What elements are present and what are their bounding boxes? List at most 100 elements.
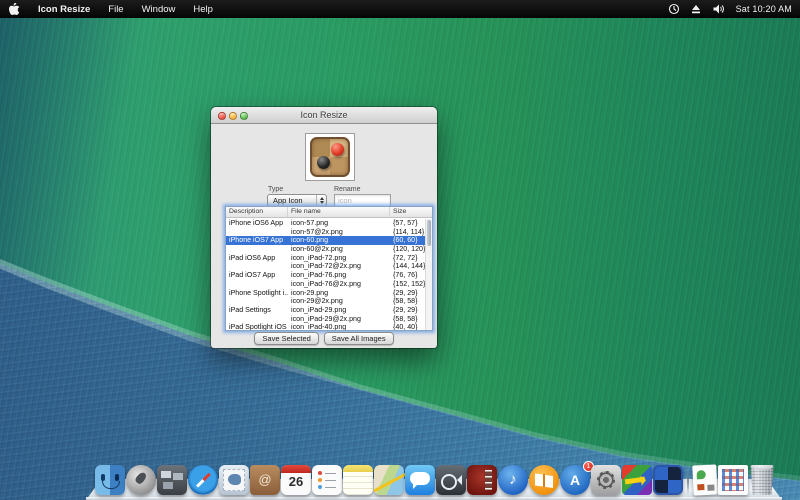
table-cell: icon-57@2x.png xyxy=(288,228,390,237)
table-cell xyxy=(226,228,288,237)
dock-checkersapp-icon[interactable] xyxy=(653,465,683,495)
dock-sysprefs-icon[interactable] xyxy=(591,465,621,495)
table-cell: iPad iOS6 App xyxy=(226,254,288,263)
table-row[interactable]: iPad iOS6 Appicon_iPad-72.png{72, 72} xyxy=(226,254,425,263)
table-cell: icon_iPad-40.png xyxy=(288,323,390,331)
volume-icon[interactable] xyxy=(712,3,726,15)
column-header-filename[interactable]: File name xyxy=(288,207,390,217)
dock-colorapp-icon[interactable] xyxy=(622,465,652,495)
table-row[interactable]: icon-60@2x.png{120, 120} xyxy=(226,245,425,254)
dock-calendar-icon[interactable]: 26 xyxy=(281,465,311,495)
table-cell: icon-60@2x.png xyxy=(288,245,390,254)
table-cell: iPad Spotlight iOS 7 xyxy=(226,323,288,331)
dock-finder-icon[interactable] xyxy=(95,465,125,495)
dock-docstack-icon[interactable] xyxy=(692,464,718,495)
table-row[interactable]: iPad Settingsicon_iPad-29.png{29, 29} xyxy=(226,306,425,315)
dock-photobooth-icon[interactable] xyxy=(467,465,497,495)
app-menu-icon-resize[interactable]: Icon Resize xyxy=(29,4,99,15)
table-cell: iPhone iOS6 App xyxy=(226,219,288,228)
window-title: Icon Resize xyxy=(300,110,347,120)
dock-trash-icon[interactable] xyxy=(749,465,775,495)
dock-calendar-label: 26 xyxy=(281,474,311,489)
table-scrollbar[interactable] xyxy=(425,219,432,330)
dock-maps-icon[interactable] xyxy=(374,465,404,495)
table-header: Description File name Size xyxy=(226,207,432,218)
table-row[interactable]: icon_iPad-76@2x.png{152, 152} xyxy=(226,280,425,289)
red-ball xyxy=(331,143,344,156)
dock-itunes-icon[interactable] xyxy=(498,465,528,495)
table-cell: icon-60.png xyxy=(288,236,390,245)
scrollbar-thumb[interactable] xyxy=(427,220,431,246)
table-cell: icon-29@2x.png xyxy=(288,297,390,306)
time-machine-icon[interactable] xyxy=(668,3,680,15)
close-button[interactable] xyxy=(218,112,226,120)
menu-help[interactable]: Help xyxy=(184,4,222,15)
table-row[interactable]: iPhone Spotlight i...icon-29.png{29, 29} xyxy=(226,289,425,298)
type-label: Type xyxy=(268,186,283,193)
table-row[interactable]: iPhone iOS6 Appicon-57.png{57, 57} xyxy=(226,219,425,228)
column-header-description[interactable]: Description xyxy=(226,207,288,217)
table-cell xyxy=(226,245,288,254)
dock-missioncontrol-icon[interactable] xyxy=(157,465,187,495)
dock-separator xyxy=(687,467,689,495)
save-selected-button[interactable]: Save Selected xyxy=(254,332,318,345)
table-cell xyxy=(226,315,288,324)
dock-appstore-icon[interactable]: 1 xyxy=(560,465,590,495)
table-cell: {76, 76} xyxy=(390,271,427,280)
table-cell: iPad Settings xyxy=(226,306,288,315)
dock-launchpad-icon[interactable] xyxy=(126,465,156,495)
save-all-images-button[interactable]: Save All Images xyxy=(324,332,394,345)
table-row[interactable]: icon_iPad-29@2x.png{58, 58} xyxy=(226,315,425,324)
table-row[interactable]: icon-57@2x.png{114, 114} xyxy=(226,228,425,237)
table-row[interactable]: iPhone iOS7 Appicon-60.png{60, 60} xyxy=(226,236,425,245)
black-ball xyxy=(317,156,330,169)
dock-messages-icon[interactable] xyxy=(405,465,435,495)
minimize-button[interactable] xyxy=(229,112,237,120)
table-row[interactable]: iPad iOS7 Appicon_iPad-76.png{76, 76} xyxy=(226,271,425,280)
dock-notes-icon[interactable] xyxy=(343,465,373,495)
table-cell: icon_iPad-76@2x.png xyxy=(288,280,390,289)
table-row[interactable]: icon-29@2x.png{58, 58} xyxy=(226,297,425,306)
menu-file[interactable]: File xyxy=(99,4,132,15)
icon-preview-well[interactable] xyxy=(305,133,355,181)
table-row[interactable]: icon_iPad-72@2x.png{144, 144} xyxy=(226,262,425,271)
table-cell: icon-29.png xyxy=(288,289,390,298)
column-header-size[interactable]: Size xyxy=(390,207,427,217)
table-cell: {120, 120} xyxy=(390,245,427,254)
table-cell: {29, 29} xyxy=(390,306,427,315)
table-cell: icon_iPad-29@2x.png xyxy=(288,315,390,324)
dock-contacts-icon[interactable] xyxy=(250,465,280,495)
menu-bar-status: Sat 10:20 AM xyxy=(668,3,800,15)
table-cell: {152, 152} xyxy=(390,280,427,289)
dock-facetime-icon[interactable] xyxy=(436,465,466,495)
table-cell: iPhone iOS7 App xyxy=(226,236,288,245)
table-cell: {58, 58} xyxy=(390,315,427,324)
dock-safari-icon[interactable] xyxy=(188,465,218,495)
apple-logo-icon xyxy=(9,3,20,16)
menu-bar-clock[interactable]: Sat 10:20 AM xyxy=(736,4,792,14)
dock-mail-icon[interactable] xyxy=(219,465,249,495)
table-cell: {57, 57} xyxy=(390,219,427,228)
dock-gridstack-icon[interactable] xyxy=(718,465,748,495)
table-cell: iPad iOS7 App xyxy=(226,271,288,280)
zoom-button[interactable] xyxy=(240,112,248,120)
icon-resize-window: Icon Resize Type Rename App Icon Descrip… xyxy=(211,107,437,348)
table-row[interactable]: iPad Spotlight iOS 7icon_iPad-40.png{40,… xyxy=(226,323,425,331)
dock-ibooks-icon[interactable] xyxy=(529,465,559,495)
rename-label: Rename xyxy=(334,186,360,193)
window-titlebar[interactable]: Icon Resize xyxy=(211,107,437,124)
table-cell: icon_iPad-76.png xyxy=(288,271,390,280)
table-cell: {114, 114} xyxy=(390,228,427,237)
table-cell xyxy=(226,262,288,271)
dock: 26 1 xyxy=(86,454,782,500)
table-cell: {40, 40} xyxy=(390,323,427,331)
menu-window[interactable]: Window xyxy=(133,4,185,15)
dock-reminders-icon[interactable] xyxy=(312,465,342,495)
table-cell: {144, 144} xyxy=(390,262,427,271)
table-cell: {58, 58} xyxy=(390,297,427,306)
table-cell: {72, 72} xyxy=(390,254,427,263)
table-cell xyxy=(226,297,288,306)
eject-icon[interactable] xyxy=(690,3,702,15)
dock-icons: 26 1 xyxy=(95,465,775,495)
apple-menu[interactable] xyxy=(0,3,29,16)
